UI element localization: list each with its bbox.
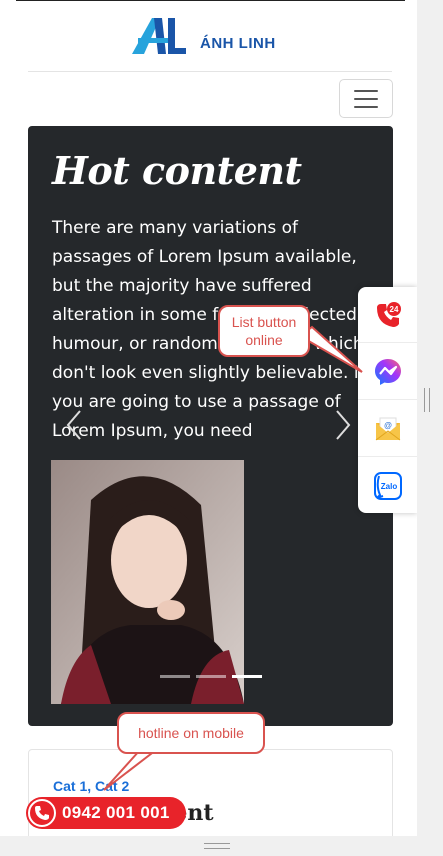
- hero-text: There are many variations of passages of…: [52, 218, 365, 441]
- zalo-icon: Zalo: [373, 472, 402, 500]
- logo-mark-icon: [132, 18, 186, 54]
- hamburger-line: [354, 97, 378, 100]
- hero-title: Hot content: [52, 148, 302, 193]
- hero-carousel: Hot content There are many variations of…: [28, 126, 393, 726]
- hero-photo: [51, 460, 244, 704]
- carousel-indicator-active[interactable]: [232, 675, 262, 678]
- header-divider: [28, 71, 392, 72]
- hamburger-icon: [354, 89, 378, 92]
- carousel-indicator[interactable]: [196, 675, 226, 678]
- hamburger-line: [354, 105, 378, 108]
- callout-list-button: List button online: [218, 305, 310, 357]
- svg-text:@: @: [384, 421, 392, 430]
- site-logo[interactable]: ÁNH LINH: [130, 16, 290, 56]
- resize-grip-horizontal-icon[interactable]: [204, 843, 230, 849]
- email-button[interactable]: @: [358, 401, 417, 457]
- carousel-prev-icon[interactable]: [64, 408, 84, 442]
- menu-toggle-button[interactable]: [339, 79, 393, 118]
- logo-text: ÁNH LINH: [200, 34, 276, 52]
- zalo-button[interactable]: Zalo: [358, 458, 417, 514]
- svg-text:24: 24: [389, 305, 398, 314]
- phone-icon: [28, 799, 56, 827]
- window-right-edge: [417, 0, 443, 856]
- resize-grip-vertical-icon[interactable]: [424, 388, 430, 412]
- hotline-number: 0942 001 001: [62, 803, 170, 822]
- email-icon: @: [375, 417, 400, 440]
- zalo-label: Zalo: [380, 482, 397, 491]
- carousel-indicator[interactable]: [160, 675, 190, 678]
- messenger-icon: [374, 358, 401, 385]
- phone-24-icon: 24: [376, 301, 401, 327]
- callout-hotline-mobile: hotline on mobile: [117, 712, 265, 754]
- call-24-button[interactable]: 24: [358, 287, 417, 343]
- page-viewport: ÁNH LINH Hot content There are many vari…: [0, 0, 417, 836]
- online-button-list: 24 @ Zalo: [358, 287, 417, 513]
- hotline-button[interactable]: 0942 001 001: [26, 797, 186, 829]
- carousel-next-icon[interactable]: [333, 408, 353, 442]
- messenger-button[interactable]: [358, 344, 417, 400]
- top-border: [16, 0, 405, 1]
- card-category[interactable]: Cat 1, Cat 2: [53, 778, 129, 794]
- carousel-indicators: [160, 675, 262, 678]
